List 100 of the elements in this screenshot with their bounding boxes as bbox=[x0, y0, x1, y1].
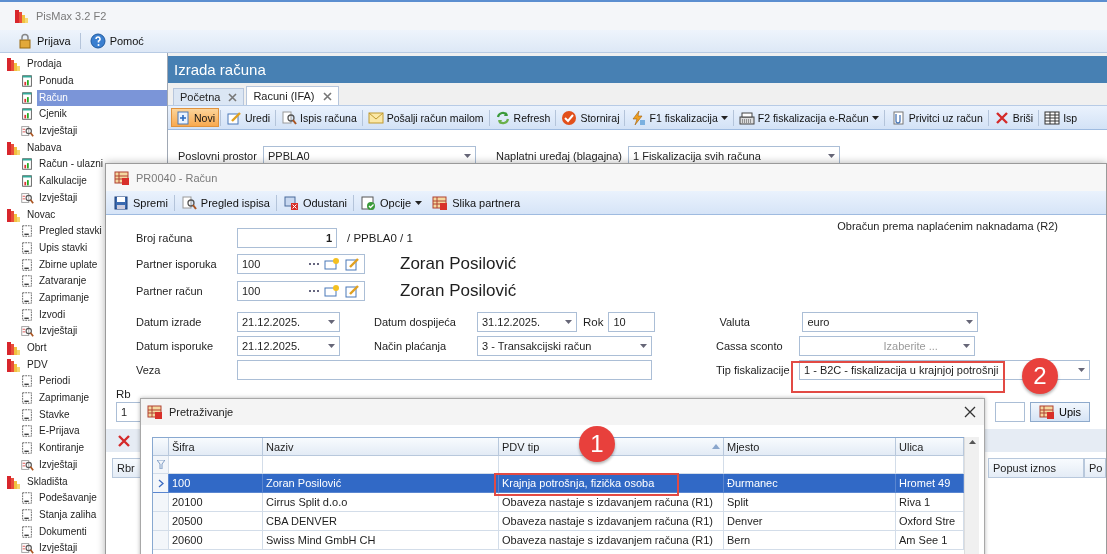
document-icon bbox=[20, 90, 34, 105]
new-document-icon bbox=[175, 109, 191, 126]
combo-box[interactable]: 1 Fiskalizacija svih računa bbox=[628, 146, 840, 166]
input-field[interactable] bbox=[995, 402, 1025, 422]
toolbar-button[interactable]: Uredi bbox=[222, 108, 275, 127]
toolbar-button[interactable]: Novi bbox=[171, 108, 219, 127]
sidebar-item[interactable]: Stavke bbox=[37, 406, 72, 423]
page-icon bbox=[20, 491, 34, 506]
date-field[interactable]: 21.12.2025. bbox=[237, 336, 340, 356]
sidebar-item[interactable]: Izvještaji bbox=[37, 456, 80, 473]
tab[interactable]: Početna bbox=[173, 88, 245, 105]
sidebar-item[interactable]: Upis stavki bbox=[37, 239, 90, 256]
pencil-icon bbox=[226, 109, 242, 126]
table-cell: Cirrus Split d.o.o bbox=[263, 493, 499, 512]
date-field[interactable]: 31.12.2025. bbox=[477, 312, 577, 332]
delete-icon bbox=[116, 432, 132, 449]
sidebar-item[interactable]: Izvještaji bbox=[37, 540, 80, 554]
scroll-up-icon[interactable] bbox=[968, 440, 976, 444]
field-label: Partner isporuka bbox=[136, 258, 218, 270]
partner-field[interactable]: 100 bbox=[237, 281, 365, 301]
toolbar-button[interactable]: Refresh bbox=[490, 108, 555, 127]
document-icon bbox=[20, 174, 34, 189]
sidebar-group[interactable]: PDV bbox=[25, 356, 50, 373]
window-title: PisMax 3.2 F2 bbox=[36, 10, 107, 22]
toolbar-button[interactable]: Opcije bbox=[355, 193, 427, 212]
sidebar-item[interactable]: Izvještaji bbox=[37, 323, 80, 340]
sidebar-item[interactable]: Izvodi bbox=[37, 306, 68, 323]
sidebar-item[interactable]: Dokumenti bbox=[37, 523, 89, 540]
sidebar-item[interactable]: Periodi bbox=[37, 373, 73, 390]
sidebar-item[interactable]: Zbirne uplate bbox=[37, 256, 100, 273]
table-row[interactable]: 20600 Swiss Mind GmbH CH Obaveza nastaje s izdavanjem računa (R1) Bern Am See 1 bbox=[153, 531, 964, 550]
toolbar-button[interactable]: F1 fiskalizacija bbox=[626, 108, 732, 127]
sidebar-item[interactable]: E-Prijava bbox=[37, 423, 82, 440]
toolbar-button[interactable]: F2 fiskalizacija e-Račun bbox=[734, 108, 883, 127]
toolbar-button[interactable]: Slika partnera bbox=[428, 193, 525, 212]
sidebar-item[interactable]: Izvještaji bbox=[37, 189, 80, 206]
close-icon[interactable] bbox=[964, 406, 976, 418]
sidebar-item[interactable]: Cjenik bbox=[37, 106, 69, 123]
sidebar-item[interactable]: Pregled stavki bbox=[37, 223, 104, 240]
sidebar-group[interactable]: Novac bbox=[25, 206, 58, 223]
dropdown-arrow-icon[interactable] bbox=[464, 154, 471, 158]
combo-box[interactable]: euro bbox=[802, 312, 979, 332]
table-row[interactable]: 100 Zoran Posilović Krajnja potrošnja, fizička osoba Đurmanec Hromet 49 bbox=[153, 474, 964, 493]
sidebar-group[interactable]: Prodaja bbox=[25, 56, 64, 73]
sidebar-item[interactable]: Kontiranje bbox=[37, 440, 87, 457]
books-icon bbox=[6, 473, 22, 490]
ellipsis-icon[interactable] bbox=[308, 289, 320, 293]
sidebar-item[interactable]: Stanja zaliha bbox=[37, 506, 99, 523]
dropdown-arrow-icon[interactable] bbox=[1078, 368, 1085, 372]
sidebar-item[interactable]: Zaprimanje bbox=[37, 390, 92, 407]
dropdown-arrow-icon[interactable] bbox=[328, 320, 335, 324]
toolbar-button[interactable]: Spremi bbox=[109, 193, 172, 212]
date-field[interactable]: 21.12.2025. bbox=[237, 312, 340, 332]
dropdown-arrow-icon[interactable] bbox=[828, 154, 835, 158]
sidebar-group[interactable]: Skladišta bbox=[25, 473, 70, 490]
column-header[interactable]: Naziv bbox=[263, 438, 499, 456]
number-field[interactable]: 1 bbox=[237, 228, 337, 248]
toolbar-button[interactable]: Isp bbox=[1040, 108, 1082, 127]
dropdown-arrow-icon[interactable] bbox=[565, 320, 572, 324]
sidebar-item[interactable]: Kalkulacije bbox=[37, 173, 89, 190]
header-corner bbox=[153, 438, 169, 456]
menu-item[interactable]: Prijava bbox=[12, 32, 76, 50]
partner-field[interactable]: 100 bbox=[237, 254, 365, 274]
toolbar-button[interactable]: Briši bbox=[989, 108, 1038, 127]
sidebar-group[interactable]: Nabava bbox=[25, 139, 64, 156]
combo-box[interactable]: 3 - Transakcijski račun bbox=[477, 336, 652, 356]
add-button[interactable]: Upis bbox=[1030, 402, 1090, 422]
books-icon bbox=[6, 139, 22, 156]
ellipsis-icon[interactable] bbox=[308, 262, 320, 266]
sidebar-item[interactable]: Izvještaji bbox=[37, 123, 80, 140]
table-cell: 100 bbox=[169, 474, 263, 493]
cancel-icon bbox=[282, 194, 299, 211]
table-row[interactable]: 20100 Cirrus Split d.o.o Obaveza nastaje s izdavanjem računa (R1) Split Riva 1 bbox=[153, 493, 964, 512]
menu-item[interactable]: Pomoć bbox=[84, 32, 149, 50]
table-row[interactable]: 20500 CBA DENVER Obaveza nastaje s izdavanjem računa (R1) Denver Oxford Stre bbox=[153, 512, 964, 531]
column-header[interactable]: Mjesto bbox=[724, 438, 896, 456]
sidebar-item[interactable]: Ponuda bbox=[37, 73, 76, 90]
combo-box[interactable]: PPBLA0 bbox=[263, 146, 476, 166]
field-label: Tip fiskalizacije bbox=[716, 364, 791, 376]
column-header[interactable]: Ulica bbox=[896, 438, 964, 456]
toolbar-button[interactable]: Privitci uz račun bbox=[885, 108, 987, 127]
sidebar-item[interactable]: Zaprimanje bbox=[37, 289, 92, 306]
tab[interactable]: Racuni (IFA) bbox=[246, 86, 339, 105]
sidebar-group[interactable]: Obrt bbox=[25, 340, 49, 357]
toolbar-button[interactable]: Ispis računa bbox=[277, 108, 361, 127]
sidebar-item[interactable]: Podešavanje bbox=[37, 490, 99, 507]
toolbar-button[interactable]: Odustani bbox=[278, 193, 351, 212]
input-field[interactable] bbox=[237, 360, 652, 380]
toolbar-button[interactable]: Pošalji račun mailom bbox=[363, 108, 488, 127]
sidebar-item[interactable]: Zatvaranje bbox=[37, 273, 89, 290]
column-header[interactable]: Šifra bbox=[169, 438, 263, 456]
toolbar-button[interactable]: Pregled ispisa bbox=[176, 193, 274, 212]
dropdown-arrow-icon[interactable] bbox=[328, 344, 335, 348]
sidebar-item[interactable]: Račun - ulazni bbox=[37, 156, 105, 173]
input-field[interactable]: 10 bbox=[608, 312, 656, 332]
dropdown-arrow-icon[interactable] bbox=[640, 344, 647, 348]
dropdown-arrow-icon[interactable] bbox=[963, 344, 970, 348]
dropdown-arrow-icon[interactable] bbox=[966, 320, 974, 324]
toolbar-button[interactable]: Storniraj bbox=[557, 108, 624, 127]
table-cell: Hromet 49 bbox=[896, 474, 964, 493]
